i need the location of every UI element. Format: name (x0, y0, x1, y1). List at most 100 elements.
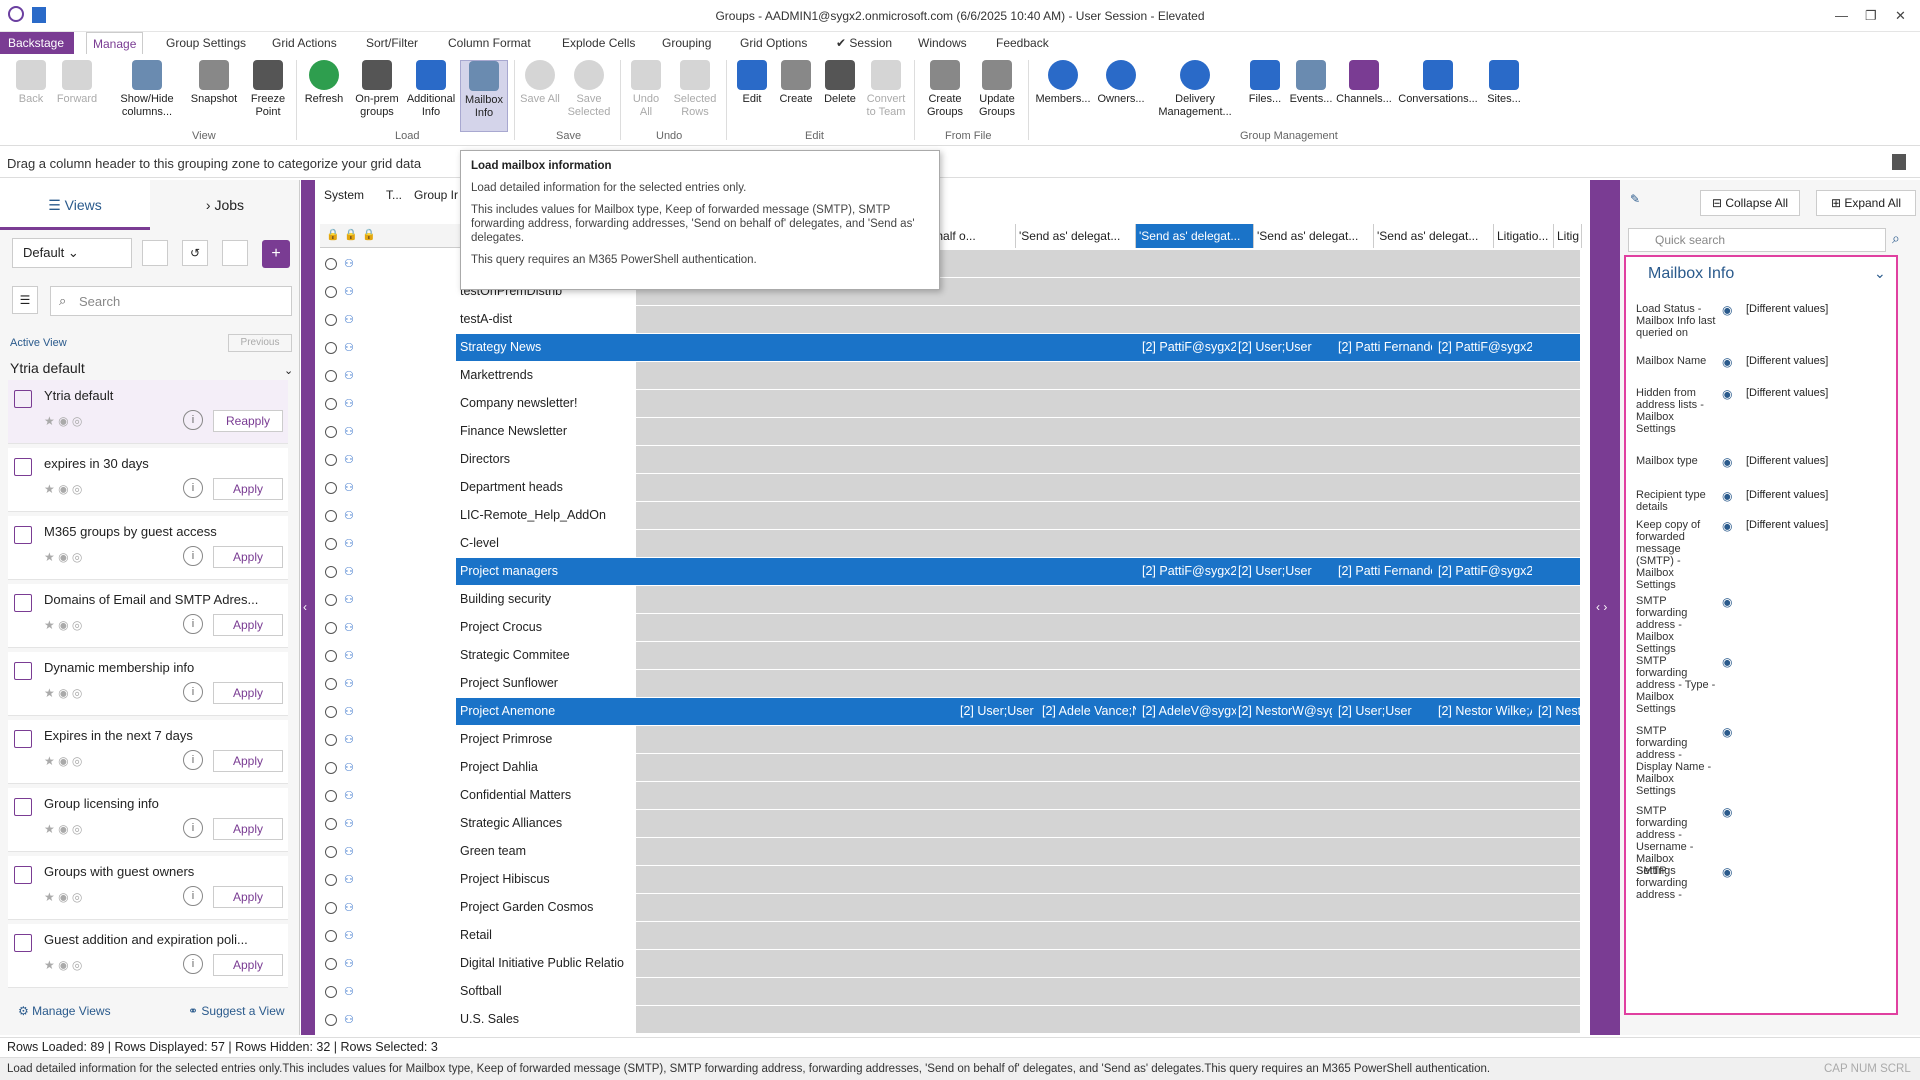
conversations-button[interactable]: Conversations... (1396, 60, 1480, 106)
table-row[interactable]: ⚇ Markettrends (320, 362, 1580, 390)
grid-cell[interactable]: [2] Adele Vance;Nes (1040, 698, 1136, 725)
table-row[interactable]: ⚇ Department heads (320, 474, 1580, 502)
delete-button[interactable]: Delete (820, 60, 860, 106)
apply-button[interactable]: Apply (213, 818, 283, 840)
eye-icon[interactable]: ◉ (1722, 655, 1732, 669)
row-cells[interactable] (636, 502, 1580, 529)
star-icon[interactable]: ★ ◉ ◎ (44, 686, 82, 700)
row-cells[interactable] (636, 418, 1580, 445)
list-item[interactable]: Guest addition and expiration poli... ★ ◉… (8, 924, 288, 988)
list-item[interactable]: Groups with guest owners ★ ◉ ◎ i Apply (8, 856, 288, 920)
minimize-button[interactable]: — (1835, 8, 1848, 23)
group-name-cell[interactable]: Retail (456, 922, 636, 949)
owners-button[interactable]: Owners... (1094, 60, 1148, 106)
tab-group-settings[interactable]: Group Settings (160, 32, 252, 54)
group-name-cell[interactable]: Project Dahlia (456, 754, 636, 781)
table-row[interactable]: ⚇ Digital Initiative Public Relatio (320, 950, 1580, 978)
table-row[interactable]: ⚇ U.S. Sales (320, 1006, 1580, 1034)
group-name-cell[interactable]: Strategy News (456, 334, 636, 361)
star-icon[interactable]: ★ ◉ ◎ (44, 414, 82, 428)
columns-view-icon[interactable] (142, 240, 168, 266)
group-name-cell[interactable]: Project Hibiscus (456, 866, 636, 893)
info-icon[interactable]: i (183, 478, 203, 498)
group-name-cell[interactable]: Confidential Matters (456, 782, 636, 809)
list-item[interactable]: Group licensing info ★ ◉ ◎ i Apply (8, 788, 288, 852)
col-send-as-4[interactable]: 'Send as' delegat... (1374, 224, 1494, 248)
tab-grid-actions[interactable]: Grid Actions (266, 32, 343, 54)
eye-icon[interactable]: ◉ (1722, 489, 1732, 503)
col-group-ir[interactable]: Group Ir (414, 188, 458, 202)
col-litigation-2[interactable]: Litig (1554, 224, 1582, 248)
chevron-down-icon[interactable]: ⌄ (1874, 265, 1886, 282)
table-row[interactable]: ⚇ Retail (320, 922, 1580, 950)
grid-cell[interactable]: [2] PattiF@sygx2.oni (1140, 558, 1236, 585)
group-name-cell[interactable]: U.S. Sales (456, 1006, 636, 1033)
grid-cell[interactable]: [2] User;User (1236, 558, 1332, 585)
expand-all-button[interactable]: ⊞ Expand All (1816, 190, 1916, 216)
members-button[interactable]: Members... (1034, 60, 1092, 106)
group-name-cell[interactable]: LIC-Remote_Help_AddOn (456, 502, 636, 529)
row-cells[interactable] (636, 446, 1580, 473)
grid-cell[interactable]: [2] Nestor Wilke;Ad (1436, 698, 1532, 725)
save-all-button[interactable]: Save All (520, 60, 560, 106)
apply-button[interactable]: Apply (213, 478, 283, 500)
row-cells[interactable] (636, 754, 1580, 781)
tab-windows[interactable]: Windows (912, 32, 973, 54)
grouping-zone[interactable]: Drag a column header to this grouping zo… (0, 148, 1920, 178)
close-button[interactable]: ✕ (1895, 8, 1906, 24)
row-cells[interactable] (636, 362, 1580, 389)
apply-button[interactable]: Apply (213, 886, 283, 908)
star-icon[interactable]: ★ ◉ ◎ (44, 822, 82, 836)
group-name-cell[interactable]: Project Crocus (456, 614, 636, 641)
channels-button[interactable]: Channels... (1336, 60, 1392, 106)
row-cells[interactable] (636, 670, 1580, 697)
snapshot-button[interactable]: Snapshot (186, 60, 242, 106)
list-item[interactable]: M365 groups by guest access ★ ◉ ◎ i Apply (8, 516, 288, 580)
group-name-cell[interactable]: Building security (456, 586, 636, 613)
row-cells[interactable] (636, 978, 1580, 1005)
tab-views[interactable]: ☰ Views (0, 180, 150, 230)
group-name-cell[interactable]: testA-dist (456, 306, 636, 333)
table-row[interactable]: ⚇ Strategic Commitee (320, 642, 1580, 670)
grid-cell[interactable]: [2] Patti Fernandez;/ (1336, 558, 1432, 585)
apply-button[interactable]: Apply (213, 682, 283, 704)
group-name-cell[interactable]: Softball (456, 978, 636, 1005)
right-splitter[interactable]: ‹ › (1590, 180, 1620, 1035)
eye-icon[interactable]: ◉ (1722, 355, 1732, 369)
info-icon[interactable]: i (183, 614, 203, 634)
left-splitter[interactable]: ‹ (301, 180, 315, 1035)
star-icon[interactable]: ★ ◉ ◎ (44, 890, 82, 904)
grid-cell[interactable]: [2] AdeleV@sygx2.o (1140, 698, 1236, 725)
row-cells[interactable] (636, 782, 1580, 809)
collapse-all-button[interactable]: ⊟ Collapse All (1700, 190, 1800, 216)
table-row[interactable]: ⚇ Project Sunflower (320, 670, 1580, 698)
apply-button[interactable]: Apply (213, 750, 283, 772)
apply-button[interactable]: Reapply (213, 410, 283, 432)
group-name-cell[interactable]: Digital Initiative Public Relatio (456, 950, 636, 977)
group-name-cell[interactable]: Department heads (456, 474, 636, 501)
files-button[interactable]: Files... (1244, 60, 1286, 106)
create-groups-button[interactable]: Create Groups (920, 60, 970, 119)
tab-grouping[interactable]: Grouping (656, 32, 717, 54)
row-cells[interactable] (636, 866, 1580, 893)
star-icon[interactable]: ★ ◉ ◎ (44, 482, 82, 496)
table-row[interactable]: ⚇ Project Anemone [2] User;User [2] Adele V… (320, 698, 1582, 726)
tab-backstage[interactable]: Backstage (0, 32, 74, 54)
group-name-cell[interactable]: Project managers (456, 558, 636, 585)
view-search-input[interactable]: ⌕ Search (50, 286, 292, 316)
undo-all-button[interactable]: Undo All (626, 60, 666, 119)
forward-button[interactable]: Forward (54, 60, 100, 106)
edit-icon[interactable]: ✎ (1630, 192, 1652, 214)
group-name-cell[interactable]: Project Primrose (456, 726, 636, 753)
grid-cell[interactable]: [2] Patti Fernandez;I (1336, 334, 1432, 361)
table-row[interactable]: ⚇ C-level (320, 530, 1580, 558)
edit-button[interactable]: Edit (732, 60, 772, 106)
star-icon[interactable]: ★ ◉ ◎ (44, 958, 82, 972)
save-view-icon[interactable] (222, 240, 248, 266)
additional-info-button[interactable]: Additional Info (406, 60, 456, 119)
row-cells[interactable] (636, 586, 1580, 613)
tab-session[interactable]: ✔ Session (830, 32, 898, 54)
table-row[interactable]: ⚇ Project Hibiscus (320, 866, 1580, 894)
create-button[interactable]: Create (774, 60, 818, 106)
group-name-cell[interactable]: Strategic Alliances (456, 810, 636, 837)
